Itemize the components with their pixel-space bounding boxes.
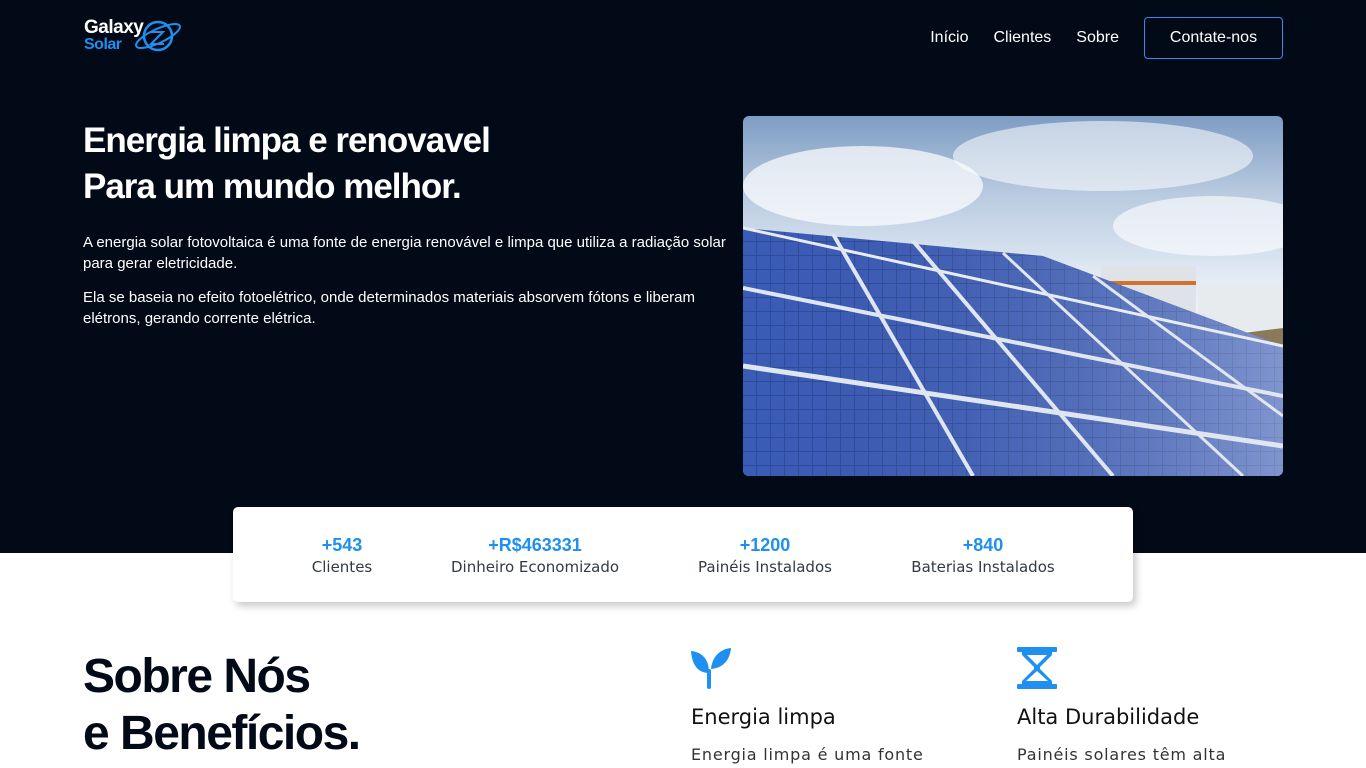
hero-paragraph-1: A energia solar fotovoltaica é uma fonte… xyxy=(83,234,726,272)
stats-card: +543 Clientes +R$463331 Dinheiro Economi… xyxy=(233,507,1133,602)
hourglass-icon xyxy=(1017,647,1057,689)
benefit-text-energia: Energia limpa é uma fonte xyxy=(691,745,924,764)
about-title: Sobre Nós e Benefícios. xyxy=(83,648,361,762)
stat-dinheiro: +R$463331 Dinheiro Economizado xyxy=(451,534,619,578)
hero-section: Galaxy Solar Início Clientes Sobre Conta… xyxy=(0,0,1366,553)
stat-value: +840 xyxy=(962,535,1004,555)
about-title-line1: Sobre Nós xyxy=(83,650,311,703)
benefit-title-energia: Energia limpa xyxy=(691,705,836,729)
sprout-icon xyxy=(691,648,731,689)
stat-label: Painéis Instalados xyxy=(698,558,832,576)
nav-item-sobre[interactable]: Sobre xyxy=(1076,29,1119,47)
stat-baterias: +840 Baterias Instalados xyxy=(911,534,1054,578)
stat-clientes: +543 Clientes xyxy=(312,534,372,578)
benefit-title-durabilidade: Alta Durabilidade xyxy=(1017,705,1200,729)
stat-value: +1200 xyxy=(739,535,791,555)
nav-item-clientes[interactable]: Clientes xyxy=(993,29,1051,47)
main-nav: Início Clientes Sobre Contate-nos xyxy=(905,17,1283,59)
stat-label: Dinheiro Economizado xyxy=(450,558,620,576)
stat-value: +R$463331 xyxy=(488,535,582,555)
stat-label: Clientes xyxy=(311,558,373,576)
hero-title: Energia limpa e renovavel Para um mundo … xyxy=(83,118,491,210)
stat-value: +543 xyxy=(321,535,363,555)
solar-panels-image xyxy=(743,116,1283,476)
logo-text-solar: Solar xyxy=(84,36,122,53)
hero-paragraph-2: Ela se baseia no efeito fotoelétrico, on… xyxy=(83,289,696,327)
hero-title-line1: Energia limpa e renovavel xyxy=(83,121,491,160)
brand-logo[interactable]: Galaxy Solar xyxy=(83,14,183,60)
about-title-line2: e Benefícios. xyxy=(83,707,361,760)
stat-paineis: +1200 Painéis Instalados xyxy=(698,534,832,578)
solar-panels-illustration xyxy=(743,121,1283,476)
contact-button[interactable]: Contate-nos xyxy=(1144,17,1283,59)
hero-title-line2: Para um mundo melhor. xyxy=(83,167,462,206)
benefit-text-durabilidade: Painéis solares têm alta xyxy=(1017,745,1227,764)
stat-label: Baterias Instalados xyxy=(911,558,1055,576)
planet-ring-icon xyxy=(135,20,181,52)
nav-item-inicio[interactable]: Início xyxy=(930,29,968,47)
